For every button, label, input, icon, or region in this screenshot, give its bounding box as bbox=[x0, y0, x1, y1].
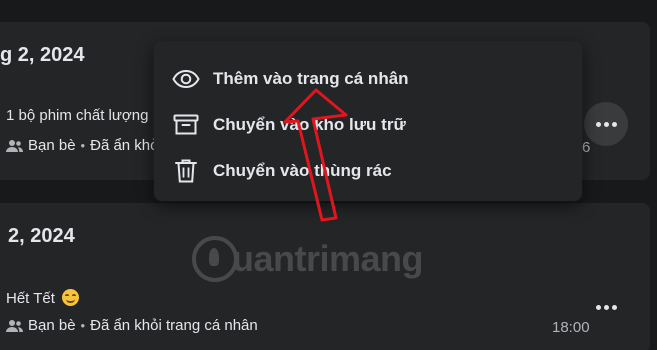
eye-icon bbox=[172, 65, 200, 93]
post-meta: Bạn bè • Đã ẩn khỏi trang cá nhân bbox=[6, 317, 258, 334]
audience-label: Bạn bè bbox=[28, 137, 76, 154]
menu-item-label: Chuyển vào thùng rác bbox=[213, 161, 392, 180]
friends-icon bbox=[6, 319, 23, 333]
post-meta: Bạn bè • Đã ẩn khỏ bbox=[6, 137, 159, 154]
post-time: 18:00 bbox=[552, 319, 590, 336]
watermark-logo-icon bbox=[192, 236, 238, 282]
post-date: g 2, 2024 bbox=[0, 44, 85, 66]
more-options-button[interactable] bbox=[584, 285, 628, 329]
menu-item-move-to-trash[interactable]: Chuyển vào thùng rác bbox=[154, 148, 582, 194]
smile-emoji-icon bbox=[62, 289, 80, 306]
menu-item-label: Thêm vào trang cá nhân bbox=[213, 69, 409, 88]
visibility-status: Đã ẩn khỏi trang cá nhân bbox=[90, 317, 258, 334]
post-text: Hết Tết bbox=[6, 289, 80, 307]
post-text: 1 bộ phim chất lượng bbox=[6, 107, 149, 124]
more-dot-icon bbox=[603, 304, 609, 310]
more-dot-icon bbox=[611, 304, 617, 310]
more-dot-icon bbox=[611, 121, 617, 127]
friends-icon bbox=[6, 139, 23, 153]
menu-item-add-to-profile[interactable]: Thêm vào trang cá nhân bbox=[154, 56, 582, 102]
more-dot-icon bbox=[603, 121, 609, 127]
menu-item-move-to-archive[interactable]: Chuyển vào kho lưu trữ bbox=[154, 102, 582, 148]
menu-item-label: Chuyển vào kho lưu trữ bbox=[213, 115, 406, 134]
separator-dot: • bbox=[80, 318, 86, 333]
audience-label: Bạn bè bbox=[28, 317, 76, 334]
watermark-text: uantrimang bbox=[232, 238, 424, 279]
post-date: 2, 2024 bbox=[8, 225, 75, 247]
separator-dot: • bbox=[80, 138, 86, 153]
watermark: uantrimang bbox=[192, 236, 424, 282]
trash-icon bbox=[172, 157, 200, 185]
more-dot-icon bbox=[595, 121, 601, 127]
visibility-status: Đã ẩn khỏ bbox=[90, 137, 159, 154]
archive-icon bbox=[172, 111, 200, 139]
post-options-menu: Thêm vào trang cá nhân Chuyển vào kho lư… bbox=[154, 42, 582, 201]
post-time: 6 bbox=[582, 139, 591, 156]
more-options-button[interactable] bbox=[584, 102, 628, 146]
more-dot-icon bbox=[595, 304, 601, 310]
post-text-content: Hết Tết bbox=[6, 290, 55, 307]
